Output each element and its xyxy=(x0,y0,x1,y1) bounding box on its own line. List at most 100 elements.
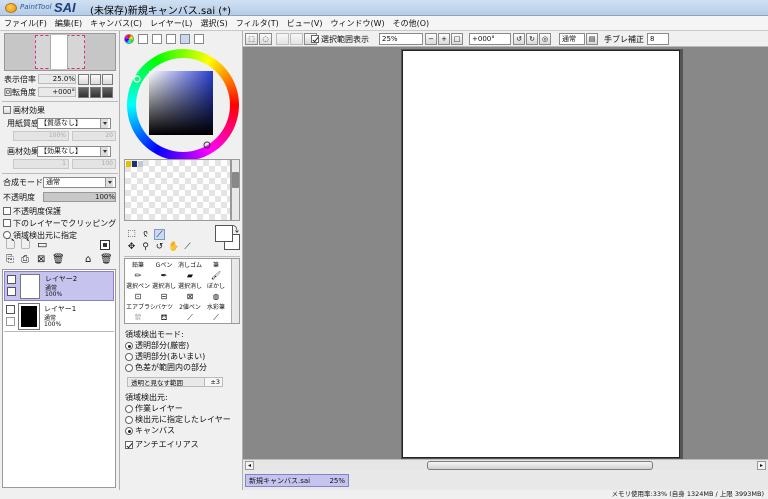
zoom-fit-button[interactable]: □ xyxy=(451,33,463,45)
show-selection-checkbox[interactable] xyxy=(311,35,319,43)
eyedropper-icon[interactable]: ⟋ xyxy=(182,242,193,253)
texture-strength-slider[interactable]: 20 xyxy=(72,131,116,141)
lock-icon[interactable]: ⌂ xyxy=(85,254,91,265)
brush-item[interactable]: 2値ペン ⟋ xyxy=(178,302,202,323)
swatch-palette[interactable] xyxy=(124,159,231,221)
menu-select[interactable]: 選択(S) xyxy=(196,16,231,30)
document-tab[interactable]: 新規キャンバス.sai 25% xyxy=(245,474,349,487)
source-radio[interactable] xyxy=(125,426,133,435)
menu-filter[interactable]: フィルタ(T) xyxy=(232,16,283,30)
menu-canvas[interactable]: キャンバス(C) xyxy=(86,16,146,30)
navigator[interactable] xyxy=(4,33,116,71)
brush-item[interactable]: 筆 🖌 xyxy=(204,260,228,281)
protect-opacity-checkbox[interactable] xyxy=(3,207,11,215)
effect-strength-slider[interactable]: 100 xyxy=(72,159,116,169)
show-selection-toggle[interactable]: 選択範囲表示 xyxy=(311,33,369,45)
visibility-eye-icon[interactable] xyxy=(6,305,15,314)
scroll-right-icon[interactable]: ▸ xyxy=(757,461,766,470)
trash-icon[interactable]: 🗑 xyxy=(100,254,113,265)
rotate-icon[interactable]: ↺ xyxy=(154,242,165,253)
rotate-ccw-button[interactable]: ↺ xyxy=(513,33,525,45)
source-option-2[interactable]: キャンバス xyxy=(125,425,241,436)
move-icon[interactable]: ✥ xyxy=(126,242,137,253)
mixer-tab-icon[interactable] xyxy=(166,34,176,44)
hsv-slider-tab-icon[interactable] xyxy=(152,34,162,44)
visibility-eye-icon[interactable] xyxy=(7,275,16,284)
brush-item[interactable]: 水彩筆 ⟋ xyxy=(204,302,228,323)
swatch-scrollbar[interactable] xyxy=(231,159,240,221)
paper-effects-header[interactable]: 画材効果 xyxy=(3,104,117,116)
effect-select[interactable]: 【効果なし】 xyxy=(37,145,111,157)
select-all-button[interactable]: ⬚ xyxy=(245,33,258,45)
magic-wand-icon[interactable]: ⟋ xyxy=(154,229,165,240)
layer-item-2[interactable]: レイヤー2 通常 100% xyxy=(4,271,114,301)
color-wheel[interactable] xyxy=(127,49,239,161)
brush-item[interactable]: エアブラシ ⛆ xyxy=(126,302,156,323)
deselect-button[interactable]: ◌ xyxy=(259,33,272,45)
rotate-reset-button[interactable] xyxy=(102,86,113,98)
menu-layer[interactable]: レイヤー(L) xyxy=(146,16,196,30)
texture-select[interactable]: 【質感なし】 xyxy=(37,117,111,129)
lasso-icon[interactable]: ჺ xyxy=(140,229,151,240)
fill-mode-option-2[interactable]: 色差が範囲内の部分 xyxy=(125,362,241,373)
swatch-tab-icon[interactable] xyxy=(180,34,190,44)
rect-select-icon[interactable]: ⬚ xyxy=(126,229,137,240)
clip-lower-checkbox[interactable] xyxy=(3,219,11,227)
range-slider[interactable]: 透明と見なす範囲 ±3 xyxy=(127,376,241,387)
scroll-thumb[interactable] xyxy=(427,461,653,470)
brush-item[interactable]: 選択消し ⊟ xyxy=(152,281,176,302)
brush-item[interactable]: 選択消し ⊠ xyxy=(178,281,202,302)
menu-file[interactable]: ファイル(F) xyxy=(0,16,51,30)
swatch-yellow[interactable] xyxy=(126,161,131,167)
brush-item[interactable]: 鉛筆 ✏ xyxy=(126,260,150,281)
scroll-left-icon[interactable]: ◂ xyxy=(245,461,254,470)
new-layerset-icon[interactable]: 🗋 xyxy=(21,239,30,250)
angle-select[interactable]: +000° xyxy=(469,33,511,45)
rgb-slider-tab-icon[interactable] xyxy=(138,34,148,44)
zoom-minus-button[interactable]: − xyxy=(425,33,437,45)
collapse-icon[interactable] xyxy=(3,106,11,114)
canvas-area[interactable] xyxy=(243,47,768,459)
rotate-left-button[interactable] xyxy=(78,86,89,98)
scratchpad-tab-icon[interactable] xyxy=(194,34,204,44)
fill-mode-option-1[interactable]: 透明部分(あいまい) xyxy=(125,351,241,362)
stabilizer-select[interactable]: 8 xyxy=(647,33,669,45)
antialias-row[interactable]: アンチエイリアス xyxy=(125,439,241,450)
texture-scale-slider[interactable]: 100% xyxy=(13,131,69,141)
zoom-in-button[interactable] xyxy=(90,73,101,85)
zoom-reset-button[interactable] xyxy=(102,73,113,85)
source-radio[interactable] xyxy=(125,404,133,413)
brush-item[interactable]: 消しゴム ▰ xyxy=(178,260,202,281)
brush-item[interactable]: 選択ペン ⊡ xyxy=(126,281,150,302)
clip-lower-row[interactable]: 下のレイヤーでクリッピング xyxy=(3,217,117,229)
fill-mode-radio[interactable] xyxy=(125,352,133,361)
layer-item-1[interactable]: レイヤー1 通常 100% xyxy=(4,302,114,332)
swatch-gray[interactable] xyxy=(138,161,143,167)
source-radio[interactable] xyxy=(125,415,133,424)
brush-item[interactable]: Gペン ✒ xyxy=(152,260,176,281)
zoom-slider[interactable]: 25.0% xyxy=(38,74,76,84)
menu-view[interactable]: ビュー(V) xyxy=(283,16,327,30)
blend-mode-select[interactable]: 通常 xyxy=(43,176,116,188)
zoom-plus-button[interactable]: + xyxy=(438,33,450,45)
merge-down-icon[interactable]: ⎙ xyxy=(21,254,29,265)
layer-mask-icon[interactable] xyxy=(100,240,110,250)
rotate-cw-button[interactable]: ↻ xyxy=(526,33,538,45)
color-wheel-tab-icon[interactable] xyxy=(124,34,134,44)
angle-slider[interactable]: +000° xyxy=(38,87,76,97)
menu-other[interactable]: その他(O) xyxy=(389,16,434,30)
new-layer-icon[interactable]: 🗋 xyxy=(6,239,15,250)
canvas-blend-select[interactable]: 通常 xyxy=(559,33,585,45)
zoom-out-button[interactable] xyxy=(78,73,89,85)
source-option-0[interactable]: 作業レイヤー xyxy=(125,403,241,414)
antialias-checkbox[interactable] xyxy=(125,440,133,449)
transfer-down-icon[interactable]: ⎘ xyxy=(6,254,14,265)
menu-edit[interactable]: 編集(E) xyxy=(51,16,86,30)
canvas-paper[interactable] xyxy=(402,50,680,458)
brush-item[interactable]: バケツ ⛾ xyxy=(152,302,176,323)
fill-mode-radio[interactable] xyxy=(125,341,133,350)
opacity-slider[interactable]: 100% xyxy=(43,192,116,202)
flip-button[interactable]: ▤ xyxy=(586,33,598,45)
undo-button[interactable] xyxy=(276,33,289,45)
brush-scrollbar[interactable] xyxy=(231,259,239,323)
